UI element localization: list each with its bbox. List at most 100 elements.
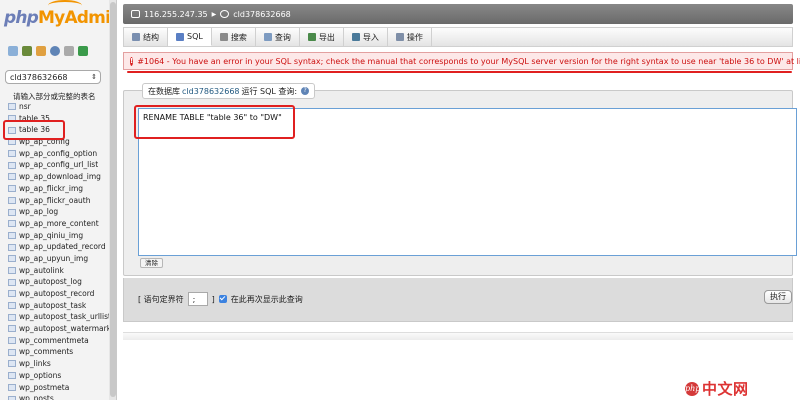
table-list-item[interactable]: wp_options (8, 370, 110, 382)
table-name[interactable]: wp_posts (19, 393, 54, 400)
table-icon[interactable] (8, 360, 16, 368)
table-list-item[interactable]: wp_autopost_watermark (8, 323, 110, 335)
table-list-item[interactable]: wp_ap_config_option (8, 148, 110, 160)
table-icon[interactable] (8, 337, 16, 345)
sidebar-scroll-thumb[interactable] (110, 2, 116, 397)
table-name[interactable]: wp_autopost_record (19, 288, 94, 300)
settings-icon[interactable] (64, 46, 74, 56)
table-name[interactable]: wp_ap_flickr_oauth (19, 195, 91, 207)
table-list-item[interactable]: wp_posts (8, 393, 110, 400)
table-icon[interactable] (8, 372, 16, 380)
execute-button[interactable]: 执行 (764, 290, 792, 304)
table-icon[interactable] (8, 220, 16, 228)
structure-icon (132, 33, 140, 41)
table-name[interactable]: wp_autopost_log (19, 276, 82, 288)
table-name[interactable]: wp_ap_updated_record (19, 241, 106, 253)
table-icon[interactable] (8, 395, 16, 400)
docs-icon[interactable] (36, 46, 46, 56)
table-icon[interactable] (8, 150, 16, 158)
legend-db-link[interactable]: cld378632668 (182, 87, 240, 96)
table-icon[interactable] (8, 103, 16, 111)
table-list-item[interactable]: wp_autolink (8, 265, 110, 277)
table-name[interactable]: wp_postmeta (19, 382, 69, 394)
table-icon[interactable] (8, 278, 16, 286)
table-list-item[interactable]: wp_ap_config_url_list (8, 159, 110, 171)
wrench-icon (395, 33, 404, 41)
table-list-item[interactable]: wp_links (8, 358, 110, 370)
table-icon[interactable] (8, 161, 16, 169)
table-list-item[interactable]: nsr (8, 101, 110, 113)
table-list-item[interactable]: wp_ap_qiniu_img (8, 230, 110, 242)
help-icon[interactable]: ? (301, 87, 310, 95)
table-list-item[interactable]: wp_autopost_log (8, 276, 110, 288)
table-name[interactable]: wp_commentmeta (19, 335, 89, 347)
table-name[interactable]: wp_ap_qiniu_img (19, 230, 83, 242)
table-list-item[interactable]: wp_postmeta (8, 382, 110, 394)
table-list-item[interactable]: wp_commentmeta (8, 335, 110, 347)
table-icon[interactable] (8, 383, 16, 391)
reload-icon[interactable] (78, 46, 88, 56)
table-icon[interactable] (8, 185, 16, 193)
table-name[interactable]: wp_comments (19, 346, 73, 358)
table-icon[interactable] (8, 348, 16, 356)
database-select[interactable]: cld378632668 ⇕ (5, 70, 101, 84)
table-icon[interactable] (8, 196, 16, 204)
table-name[interactable]: wp_ap_upyun_img (19, 253, 88, 265)
table-name[interactable]: wp_ap_flickr_img (19, 183, 83, 195)
table-name[interactable]: nsr (19, 101, 31, 113)
table-name[interactable]: wp_ap_more_content (19, 218, 99, 230)
breadcrumb-server[interactable]: 116.255.247.35 (144, 10, 208, 19)
phpmyadmin-logo[interactable]: phpMyAdmin (4, 0, 116, 28)
table-icon[interactable] (8, 243, 16, 251)
show-query-checkbox[interactable] (218, 295, 227, 303)
table-name[interactable]: wp_autopost_watermark (19, 323, 110, 335)
breadcrumb-database[interactable]: cld378632668 (233, 10, 291, 19)
table-icon[interactable] (8, 290, 16, 298)
table-icon[interactable] (8, 313, 16, 321)
tab-wrench[interactable]: 操作 (388, 28, 432, 46)
database-icon (220, 10, 230, 18)
table-list-item[interactable]: wp_ap_flickr_img (8, 183, 110, 195)
table-list-item[interactable]: wp_ap_download_img (8, 171, 110, 183)
table-name[interactable]: wp_ap_config_url_list (19, 159, 98, 171)
sidebar-scrollbar[interactable] (109, 0, 116, 400)
tab-sql[interactable]: SQL (168, 28, 212, 46)
table-icon[interactable] (8, 325, 16, 333)
table-name[interactable]: wp_ap_download_img (19, 171, 101, 183)
table-icon[interactable] (8, 302, 16, 310)
table-name[interactable]: wp_links (19, 358, 51, 370)
show-query-label: 在此再次显示此查询 (230, 294, 303, 304)
tab-import[interactable]: 导入 (344, 28, 388, 46)
table-name[interactable]: wp_autopost_task_urllist (19, 311, 110, 323)
table-list-item[interactable]: wp_ap_more_content (8, 218, 110, 230)
table-list-item[interactable]: wp_comments (8, 346, 110, 358)
table-list-item[interactable]: wp_autopost_record (8, 288, 110, 300)
tab-query[interactable]: 查询 (256, 28, 300, 46)
server-icon (131, 10, 140, 18)
table-list-item[interactable]: wp_ap_updated_record (8, 241, 110, 253)
home-icon[interactable] (8, 46, 18, 56)
logo-sail-icon (48, 0, 82, 11)
table-list-item[interactable]: wp_autopost_task (8, 300, 110, 312)
table-name[interactable]: wp_ap_config_option (19, 148, 97, 160)
table-name[interactable]: wp_ap_log (19, 206, 58, 218)
help-icon[interactable] (50, 46, 60, 56)
table-icon[interactable] (8, 231, 16, 239)
tab-export[interactable]: 导出 (300, 28, 344, 46)
table-icon[interactable] (8, 266, 16, 274)
tab-structure[interactable]: 结构 (124, 28, 168, 46)
clear-button[interactable]: 清除 (140, 258, 163, 268)
table-name[interactable]: wp_options (19, 370, 61, 382)
table-name[interactable]: wp_autopost_task (19, 300, 86, 312)
tab-search[interactable]: 搜索 (212, 28, 256, 46)
table-icon[interactable] (8, 208, 16, 216)
sql-window-icon[interactable] (22, 46, 32, 56)
table-icon[interactable] (8, 173, 16, 181)
delimiter-input[interactable]: ; (187, 292, 208, 306)
table-list-item[interactable]: wp_ap_flickr_oauth (8, 195, 110, 207)
table-list-item[interactable]: wp_ap_log (8, 206, 110, 218)
table-name[interactable]: wp_autolink (19, 265, 64, 277)
table-list-item[interactable]: wp_autopost_task_urllist (8, 311, 110, 323)
table-icon[interactable] (8, 255, 16, 263)
table-list-item[interactable]: wp_ap_upyun_img (8, 253, 110, 265)
